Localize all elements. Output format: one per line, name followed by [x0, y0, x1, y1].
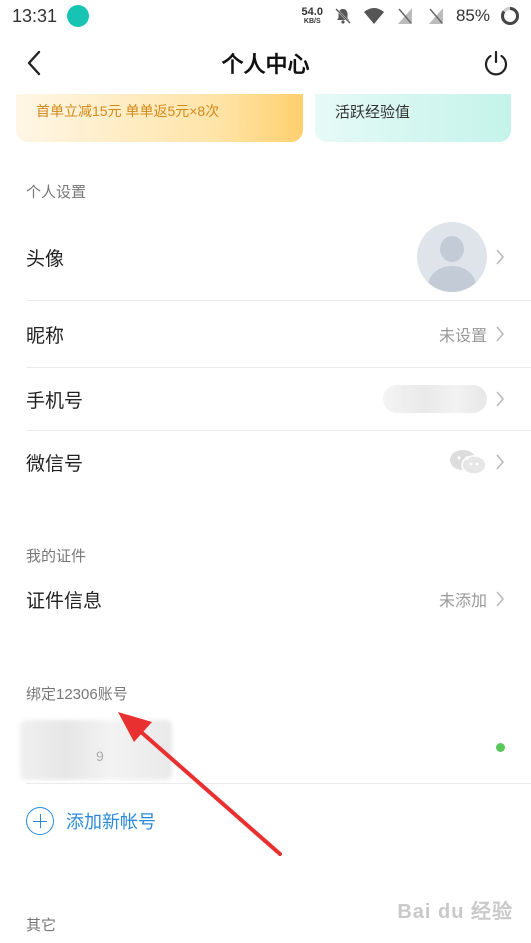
wechat-icon	[450, 450, 487, 475]
status-dot	[496, 743, 505, 752]
avatar	[417, 222, 487, 292]
wifi-icon	[363, 6, 385, 26]
id-info-value: 未添加	[438, 593, 487, 610]
wechat-label: 微信号	[26, 453, 84, 475]
add-account-button[interactable]: 添加新帐号	[26, 807, 156, 835]
page-title: 个人中心	[221, 52, 310, 77]
section-title-other: 其它	[26, 917, 57, 934]
bound-account-row[interactable]: 9	[0, 716, 531, 784]
nav-bar: 个人中心	[0, 36, 531, 90]
network-speed-value: 54.0	[301, 6, 323, 18]
promo-experience-text: 活跃经验值	[335, 104, 411, 121]
wechat-row[interactable]: 微信号	[0, 431, 531, 493]
chevron-right-icon	[496, 391, 505, 407]
promo-card-experience[interactable]: 活跃经验值	[315, 94, 511, 142]
mute-bell-icon	[332, 6, 354, 26]
section-title-bind-12306: 绑定12306账号	[26, 686, 128, 703]
power-icon[interactable]	[481, 48, 511, 78]
add-circle-icon	[26, 807, 54, 835]
chevron-left-icon[interactable]	[20, 48, 48, 78]
nickname-value: 未设置	[438, 328, 487, 345]
status-bar: 13:31 54.0 KB/S 85%	[0, 0, 531, 32]
no-sim-icon	[394, 6, 416, 26]
no-sim-icon	[425, 6, 447, 26]
promo-coupon-text: 首单立减15元 单单返5元×8次	[36, 103, 220, 119]
phone-row[interactable]: 手机号	[0, 368, 531, 430]
divider	[26, 783, 531, 784]
phone-value-redacted	[383, 385, 487, 413]
promo-card-coupon[interactable]: 首单立减15元 单单返5元×8次	[16, 94, 303, 142]
account-suffix: 9	[96, 748, 104, 764]
add-account-label: 添加新帐号	[66, 812, 156, 832]
avatar-label: 头像	[26, 248, 65, 270]
battery-ring-icon	[499, 6, 521, 26]
section-title-personal-settings: 个人设置	[26, 184, 87, 201]
id-info-label: 证件信息	[26, 590, 103, 612]
chevron-right-icon	[496, 591, 505, 607]
network-speed: 54.0 KB/S	[301, 6, 323, 26]
chevron-right-icon	[496, 326, 505, 342]
app-notification-icon	[67, 5, 90, 27]
section-title-documents: 我的证件	[26, 548, 87, 565]
battery-percent: 85%	[455, 6, 490, 25]
status-time: 13:31	[12, 5, 58, 26]
baidu-watermark-logo: Bai du 经验	[397, 901, 513, 923]
nickname-label: 昵称	[26, 325, 65, 347]
network-speed-unit: KB/S	[303, 18, 321, 25]
chevron-right-icon	[496, 249, 505, 265]
nickname-row[interactable]: 昵称 未设置	[0, 301, 531, 367]
id-info-row[interactable]: 证件信息 未添加	[0, 569, 531, 629]
phone-label: 手机号	[26, 390, 84, 412]
avatar-row[interactable]: 头像	[0, 214, 531, 300]
chevron-right-icon	[496, 454, 505, 470]
status-icons: 54.0 KB/S 85%	[302, 6, 521, 26]
